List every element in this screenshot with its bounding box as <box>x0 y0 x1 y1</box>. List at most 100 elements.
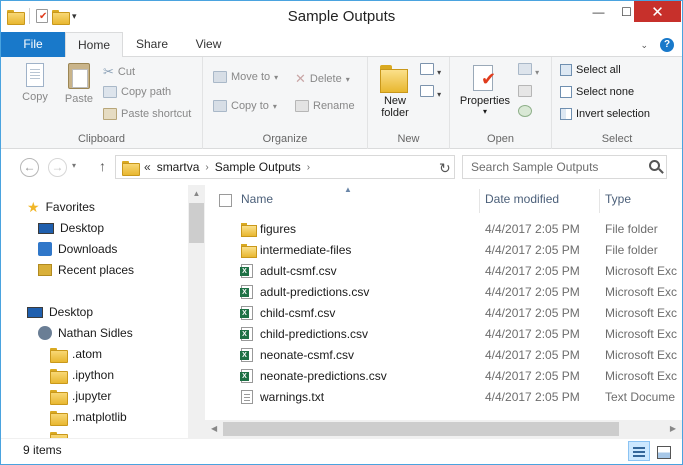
file-date: 4/4/2017 2:05 PM <box>485 243 580 257</box>
tree-item-jupyter[interactable]: .jupyter <box>50 386 111 406</box>
breadcrumb-sample-outputs[interactable]: Sample Outputs <box>215 160 301 174</box>
close-button[interactable]: ✕ <box>634 1 681 22</box>
address-bar[interactable]: « smartva › Sample Outputs › <box>115 155 455 179</box>
tree-item-recent-places[interactable]: Recent places <box>38 260 134 280</box>
paste-shortcut-button[interactable]: Paste shortcut <box>103 108 191 120</box>
copy-path-icon <box>103 86 117 98</box>
tree-item-ipython[interactable]: .ipython <box>50 365 114 385</box>
table-row[interactable]: adult-csmf.csv 4/4/2017 2:05 PM Microsof… <box>205 261 682 282</box>
tab-view[interactable]: View <box>181 32 236 57</box>
breadcrumb-smartva[interactable]: smartva <box>157 160 200 174</box>
invert-selection-button[interactable]: Invert selection <box>560 108 650 120</box>
select-all-checkbox[interactable] <box>219 194 232 207</box>
explorer-window: ✔ ▾ Sample Outputs — ☐ ✕ File Home Share… <box>0 0 683 465</box>
breadcrumb-chevron-icon[interactable]: › <box>205 162 208 173</box>
table-row[interactable]: child-predictions.csv 4/4/2017 2:05 PM M… <box>205 324 682 345</box>
excel-file-icon <box>240 285 253 299</box>
cut-button[interactable]: ✂ Cut <box>103 64 135 80</box>
select-none-button[interactable]: Select none <box>560 86 634 98</box>
easy-access-button[interactable]: ▾ <box>420 85 441 100</box>
move-to-button[interactable]: Move to ▾ <box>213 71 278 83</box>
column-name[interactable]: Name <box>241 192 273 206</box>
tab-share[interactable]: Share <box>123 32 181 57</box>
navigation-pane-scrollbar[interactable]: ▲ <box>188 185 205 438</box>
table-row[interactable]: figures 4/4/2017 2:05 PM File folder <box>205 219 682 240</box>
table-row[interactable]: adult-predictions.csv 4/4/2017 2:05 PM M… <box>205 282 682 303</box>
tree-item-nathan-sidles[interactable]: Nathan Sidles <box>38 323 133 343</box>
column-divider[interactable] <box>479 189 480 213</box>
tab-file[interactable]: File <box>1 32 65 57</box>
large-icons-view-icon[interactable] <box>652 441 674 461</box>
select-all-label: Select all <box>576 64 621 76</box>
history-icon <box>518 105 532 117</box>
file-date: 4/4/2017 2:05 PM <box>485 369 580 383</box>
table-row[interactable]: child-csmf.csv 4/4/2017 2:05 PM Microsof… <box>205 303 682 324</box>
search-input[interactable]: Search Sample Outputs <box>462 155 667 179</box>
collapse-ribbon-icon[interactable]: ⌄ <box>640 40 648 51</box>
file-name: adult-predictions.csv <box>260 285 370 299</box>
rename-button[interactable]: Rename <box>295 100 355 112</box>
tree-item-desktop-root[interactable]: Desktop <box>27 302 93 322</box>
edit-icon <box>518 85 532 97</box>
delete-button[interactable]: ✕ Delete ▾ <box>295 71 350 87</box>
select-all-button[interactable]: Select all <box>560 64 621 76</box>
breadcrumb-chevron-icon[interactable]: › <box>307 162 310 173</box>
file-type: Microsoft Exc <box>605 306 678 320</box>
recent-locations-chevron-icon[interactable]: ▾ <box>72 161 76 170</box>
select-group-label: Select <box>601 133 633 145</box>
details-view-icon[interactable] <box>628 441 650 461</box>
desktop-icon <box>27 306 43 318</box>
open-button[interactable]: ▾ <box>518 63 539 78</box>
file-date: 4/4/2017 2:05 PM <box>485 327 580 341</box>
scrollbar-thumb[interactable] <box>223 422 619 436</box>
up-button[interactable]: ↑ <box>99 158 106 174</box>
new-item-button[interactable]: ▾ <box>420 63 441 78</box>
open-group-label: Open <box>487 133 514 145</box>
address-overflow[interactable]: « <box>144 160 151 174</box>
paste-shortcut-icon <box>103 108 117 120</box>
file-type: Microsoft Exc <box>605 369 678 383</box>
table-row[interactable]: warnings.txt 4/4/2017 2:05 PM Text Docum… <box>205 387 682 408</box>
invert-selection-label: Invert selection <box>576 108 650 120</box>
copy-to-button[interactable]: Copy to ▾ <box>213 100 277 112</box>
tree-item-atom[interactable]: .atom <box>50 344 102 364</box>
scrollbar-thumb[interactable] <box>189 203 204 243</box>
column-type[interactable]: Type <box>605 192 631 206</box>
item-count: 9 items <box>23 443 62 457</box>
table-row[interactable]: neonate-csmf.csv 4/4/2017 2:05 PM Micros… <box>205 345 682 366</box>
select-group: Select all Select none Invert selection … <box>552 57 682 149</box>
refresh-icon[interactable]: ↻ <box>439 160 451 177</box>
file-name: warnings.txt <box>260 390 325 404</box>
column-divider[interactable] <box>599 189 600 213</box>
help-icon[interactable]: ? <box>660 38 674 52</box>
tree-item-label: .ipython <box>72 368 115 382</box>
back-button[interactable]: ← <box>20 158 39 177</box>
tree-item-partial[interactable] <box>50 428 68 438</box>
new-folder-button[interactable]: New folder <box>374 63 416 119</box>
copy-to-label: Copy to <box>231 100 269 112</box>
scroll-up-icon[interactable]: ▲ <box>188 189 205 198</box>
forward-button[interactable]: → <box>48 158 67 177</box>
table-row[interactable]: neonate-predictions.csv 4/4/2017 2:05 PM… <box>205 366 682 387</box>
organize-group: Move to ▾ ✕ Delete ▾ Copy to ▾ Rename Or… <box>203 57 368 149</box>
paste-button[interactable]: Paste <box>59 63 99 105</box>
scroll-left-icon[interactable]: ◀ <box>211 424 217 433</box>
table-row[interactable]: intermediate-files 4/4/2017 2:05 PM File… <box>205 240 682 261</box>
column-date-modified[interactable]: Date modified <box>485 192 559 206</box>
tree-item-favorites[interactable]: ★ Favorites <box>27 197 95 217</box>
copy-button[interactable]: Copy <box>15 63 55 103</box>
move-to-label: Move to <box>231 71 271 83</box>
tree-item-downloads[interactable]: Downloads <box>38 239 117 259</box>
copy-path-button[interactable]: Copy path <box>103 86 171 98</box>
tab-home[interactable]: Home <box>65 32 123 58</box>
edit-button[interactable] <box>518 85 532 100</box>
history-button[interactable] <box>518 105 532 120</box>
tree-item-desktop[interactable]: Desktop <box>38 218 104 238</box>
properties-button[interactable]: Properties ▾ <box>454 63 516 116</box>
minimize-button[interactable]: — <box>584 1 613 22</box>
tree-item-matplotlib[interactable]: .matplotlib <box>50 407 127 427</box>
scroll-right-icon[interactable]: ▶ <box>670 424 676 433</box>
file-list-horizontal-scrollbar[interactable]: ◀ ▶ <box>205 420 682 438</box>
search-icon[interactable] <box>649 160 660 171</box>
tree-item-label: .atom <box>72 347 103 361</box>
